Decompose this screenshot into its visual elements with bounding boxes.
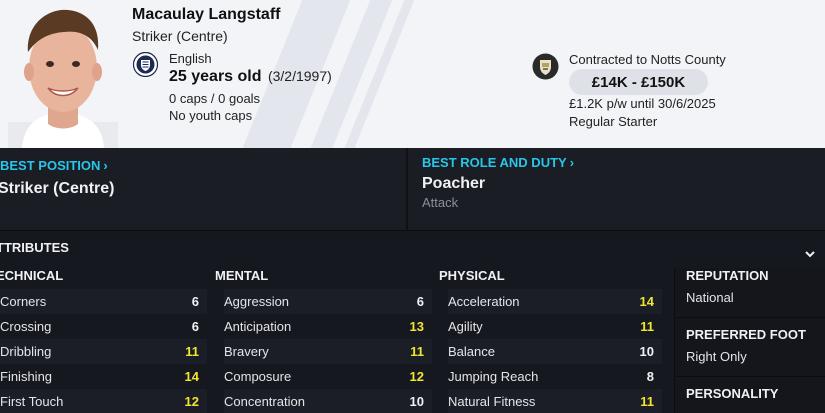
player-youth-caps: No youth caps — [169, 108, 253, 123]
physical-attributes: Acceleration 14 Agility 11 Balance 10 Jumping … — [448, 289, 662, 413]
attribute-row[interactable]: Bravery 11 — [224, 339, 432, 364]
attribute-row[interactable]: Composure 12 — [224, 364, 432, 389]
squad-status: Regular Starter — [569, 114, 658, 129]
attribute-value: 6 — [191, 319, 199, 334]
attribute-value: 12 — [409, 369, 424, 384]
attributes-title: TTRIBUTES — [0, 240, 69, 255]
attribute-value: 11 — [640, 394, 654, 409]
attribute-row[interactable]: Dribbling 11 — [0, 339, 207, 364]
attribute-name: Composure — [224, 369, 292, 384]
attribute-value: 8 — [646, 369, 654, 384]
player-age-text: 25 years old — [169, 68, 262, 85]
attribute-name: Finishing — [0, 369, 53, 384]
player-header: Macaulay Langstaff Striker (Centre) Engl… — [0, 0, 825, 148]
attribute-row[interactable]: Acceleration 14 — [448, 289, 662, 314]
best-position-link[interactable]: BEST POSITION › — [0, 158, 108, 173]
attribute-row[interactable]: First Touch 12 — [0, 389, 207, 413]
best-role-card[interactable]: BEST ROLE AND DUTY › Poacher Attack — [410, 148, 825, 230]
attribute-name: Crossing — [0, 319, 52, 334]
attribute-value: 14 — [184, 369, 199, 384]
attribute-name: Natural Fitness — [448, 394, 536, 409]
chevron-right-icon: › — [569, 155, 575, 170]
attribute-value: 6 — [416, 294, 424, 309]
attribute-name: Acceleration — [448, 294, 520, 309]
attribute-row[interactable]: Jumping Reach 8 — [448, 364, 662, 389]
mental-heading: MENTAL — [215, 268, 269, 283]
technical-attributes: Corners 6 Crossing 6 Dribbling 11 Finishing 14 F… — [0, 289, 207, 413]
preferred-foot-value: Right Only — [686, 349, 747, 364]
attribute-name: Concentration — [224, 394, 305, 409]
reputation-label: REPUTATION — [686, 268, 769, 283]
chevron-down-icon[interactable] — [803, 247, 817, 261]
attribute-value: 11 — [410, 344, 424, 359]
attribute-value: 14 — [639, 294, 654, 309]
attribute-row[interactable]: Crossing 6 — [0, 314, 207, 339]
attribute-row[interactable]: Finishing 14 — [0, 364, 207, 389]
attribute-name: Corners — [0, 294, 47, 309]
attribute-name: Anticipation — [224, 319, 292, 334]
notts-county-crest-icon[interactable] — [532, 53, 559, 80]
attribute-name: Dribbling — [0, 344, 52, 359]
mental-attributes: Aggression 6 Anticipation 13 Bravery 11 Compos… — [224, 289, 432, 413]
attribute-row[interactable]: Aggression 6 — [224, 289, 432, 314]
player-position: Striker (Centre) — [132, 28, 228, 44]
attribute-value: 6 — [191, 294, 199, 309]
side-divider — [675, 317, 825, 318]
attribute-name: Balance — [448, 344, 495, 359]
player-dob: (3/2/1997) — [267, 68, 332, 84]
contract-wage: £1.2K p/w until 30/6/2025 — [569, 96, 716, 111]
player-age: 25 years old (3/2/1997) — [169, 68, 332, 86]
best-role-duty: Attack — [422, 195, 459, 210]
attribute-name: First Touch — [0, 394, 64, 409]
best-role-value: Poacher — [422, 175, 486, 192]
side-divider — [675, 376, 825, 377]
attribute-side-panel: REPUTATION National PREFERRED FOOT Right… — [674, 268, 825, 413]
attribute-row[interactable]: Corners 6 — [0, 289, 207, 314]
player-portrait — [8, 9, 118, 148]
transfer-value-badge[interactable]: £14K - £150K — [569, 69, 708, 95]
attribute-value: 10 — [639, 344, 654, 359]
player-name: Macaulay Langstaff — [132, 6, 281, 23]
best-position-label: BEST POSITION — [0, 158, 101, 173]
contract-title: Contracted to Notts County — [569, 52, 726, 67]
preferred-foot-label: PREFERRED FOOT — [686, 327, 806, 342]
attribute-row[interactable]: Natural Fitness 11 — [448, 389, 662, 413]
best-position-card[interactable]: BEST POSITION › Striker (Centre) — [0, 148, 408, 230]
attribute-name: Jumping Reach — [448, 369, 539, 384]
physical-heading: PHYSICAL — [439, 268, 505, 283]
chevron-right-icon: › — [103, 158, 108, 173]
best-position-value: Striker (Centre) — [0, 180, 115, 197]
attribute-row[interactable]: Agility 11 — [448, 314, 662, 339]
technical-heading: ECHNICAL — [0, 268, 64, 283]
england-crest-icon[interactable] — [133, 52, 158, 77]
attribute-row[interactable]: Anticipation 13 — [224, 314, 432, 339]
reputation-value: National — [686, 290, 734, 305]
attribute-name: Bravery — [224, 344, 269, 359]
player-caps: 0 caps / 0 goals — [169, 91, 261, 106]
best-role-label: BEST ROLE AND DUTY — [422, 155, 567, 170]
attribute-row[interactable]: Concentration 10 — [224, 389, 432, 413]
attribute-value: 10 — [409, 394, 424, 409]
personality-label: PERSONALITY — [686, 386, 779, 401]
attribute-value: 11 — [185, 344, 199, 359]
attribute-value: 11 — [640, 319, 654, 334]
best-position-role-panel: BEST POSITION › Striker (Centre) BEST ROL… — [0, 148, 825, 230]
attribute-name: Agility — [448, 319, 483, 334]
attribute-value: 13 — [409, 319, 424, 334]
best-role-link[interactable]: BEST ROLE AND DUTY › — [422, 155, 574, 170]
attribute-name: Aggression — [224, 294, 290, 309]
attribute-row[interactable]: Balance 10 — [448, 339, 662, 364]
player-nationality: English — [169, 51, 212, 66]
attribute-value: 12 — [184, 394, 199, 409]
